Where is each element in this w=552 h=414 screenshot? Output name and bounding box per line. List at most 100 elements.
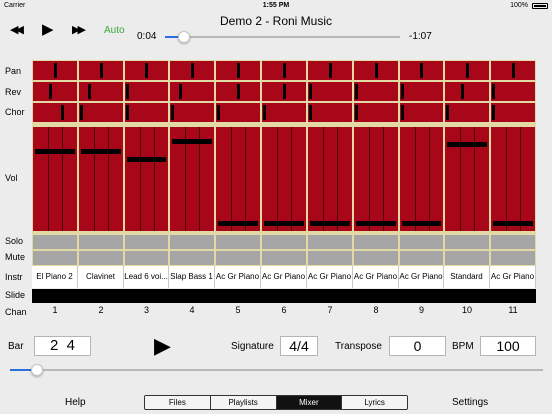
mute-toggle[interactable] [79,251,123,265]
tab-mixer[interactable]: Mixer [276,396,343,409]
rev-cell[interactable] [79,82,123,101]
solo-toggle[interactable] [445,235,489,249]
vol-fader[interactable] [491,127,535,231]
solo-toggle[interactable] [354,235,398,249]
solo-toggle[interactable] [400,235,443,249]
vol-fader-cap[interactable] [356,221,396,226]
song-position-knob[interactable] [178,31,190,43]
instrument-button[interactable]: Slap Bass 1 [169,266,215,288]
pan-cell[interactable] [79,61,123,80]
vol-fader[interactable] [33,127,77,231]
mute-toggle[interactable] [125,251,168,265]
chor-cell[interactable] [216,103,260,122]
mute-toggle[interactable] [216,251,260,265]
slide-strip[interactable] [32,289,536,303]
pan-cell[interactable] [262,61,306,80]
mute-toggle[interactable] [170,251,214,265]
transpose-field[interactable]: 0 [389,336,446,356]
bpm-field[interactable]: 100 [480,336,536,356]
chor-cell[interactable] [125,103,168,122]
vol-fader-cap[interactable] [310,221,350,226]
chor-cell[interactable] [400,103,443,122]
chor-cell[interactable] [308,103,352,122]
mute-toggle[interactable] [445,251,489,265]
pan-cell[interactable] [491,61,535,80]
vol-fader[interactable] [170,127,214,231]
help-button[interactable]: Help [65,397,86,408]
instrument-button[interactable]: Ac Gr Piano [490,266,536,288]
rev-cell[interactable] [354,82,398,101]
rev-cell[interactable] [445,82,489,101]
chor-cell[interactable] [445,103,489,122]
tab-files[interactable]: Files [145,396,211,409]
vol-fader[interactable] [262,127,306,231]
rev-cell[interactable] [216,82,260,101]
instrument-button[interactable]: Ac Gr Piano [215,266,261,288]
rev-cell[interactable] [491,82,535,101]
instrument-button[interactable]: Clavinet [78,266,124,288]
vol-fader[interactable] [354,127,398,231]
vol-fader[interactable] [400,127,443,231]
solo-toggle[interactable] [216,235,260,249]
vol-fader-cap[interactable] [264,221,304,226]
signature-field[interactable]: 4/4 [280,336,318,356]
instrument-button[interactable]: Lead 6 voi... [124,266,169,288]
pan-cell[interactable] [33,61,77,80]
vol-fader[interactable] [308,127,352,231]
mute-toggle[interactable] [354,251,398,265]
chor-cell[interactable] [33,103,77,122]
vol-fader[interactable] [445,127,489,231]
vol-fader-cap[interactable] [447,142,487,147]
vol-fader-cap[interactable] [218,221,258,226]
instrument-button[interactable]: El Piano 2 [32,266,78,288]
bar-slider-knob[interactable] [31,364,43,376]
pan-cell[interactable] [445,61,489,80]
chor-cell[interactable] [354,103,398,122]
pan-cell[interactable] [354,61,398,80]
chor-cell[interactable] [262,103,306,122]
solo-toggle[interactable] [79,235,123,249]
rev-cell[interactable] [400,82,443,101]
solo-toggle[interactable] [491,235,535,249]
mute-toggle[interactable] [308,251,352,265]
vol-fader[interactable] [79,127,123,231]
pan-cell[interactable] [170,61,214,80]
solo-toggle[interactable] [262,235,306,249]
rev-cell[interactable] [262,82,306,101]
vol-fader-cap[interactable] [402,221,441,226]
solo-toggle[interactable] [170,235,214,249]
chor-cell[interactable] [170,103,214,122]
vol-fader-cap[interactable] [493,221,533,226]
vol-fader-cap[interactable] [127,157,166,162]
instrument-button[interactable]: Ac Gr Piano [399,266,444,288]
mute-toggle[interactable] [262,251,306,265]
pan-cell[interactable] [400,61,443,80]
mute-toggle[interactable] [33,251,77,265]
vol-fader-cap[interactable] [172,139,212,144]
bottom-play-button[interactable]: ▶ [154,334,171,358]
vol-fader[interactable] [125,127,168,231]
settings-button[interactable]: Settings [452,397,488,408]
song-position-slider[interactable] [165,30,400,44]
rev-cell[interactable] [170,82,214,101]
solo-toggle[interactable] [308,235,352,249]
tab-playlists[interactable]: Playlists [210,396,277,409]
pan-cell[interactable] [308,61,352,80]
bar-field[interactable]: 2 4 [34,336,91,356]
chor-cell[interactable] [491,103,535,122]
rev-cell[interactable] [308,82,352,101]
pan-cell[interactable] [125,61,168,80]
pan-cell[interactable] [216,61,260,80]
solo-toggle[interactable] [125,235,168,249]
vol-fader-cap[interactable] [81,149,121,154]
chor-cell[interactable] [79,103,123,122]
instrument-button[interactable]: Ac Gr Piano [307,266,353,288]
mute-toggle[interactable] [400,251,443,265]
vol-fader[interactable] [216,127,260,231]
instrument-button[interactable]: Ac Gr Piano [353,266,399,288]
vol-fader-cap[interactable] [35,149,75,154]
instrument-button[interactable]: Ac Gr Piano [261,266,307,288]
bar-slider[interactable] [10,363,543,377]
tab-lyrics[interactable]: Lyrics [342,396,407,409]
solo-toggle[interactable] [33,235,77,249]
